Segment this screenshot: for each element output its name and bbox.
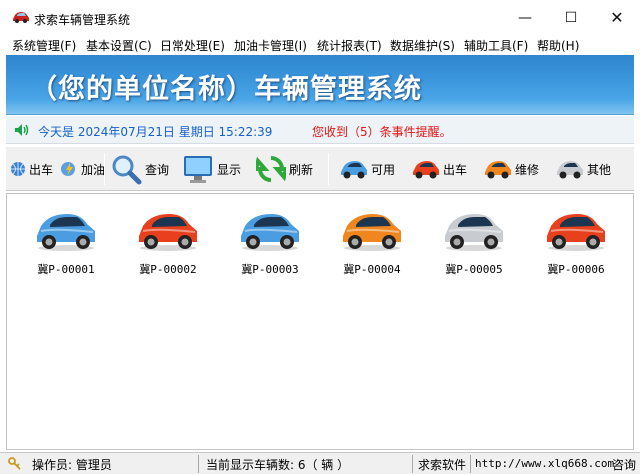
magnifier-icon	[112, 155, 142, 185]
car-icon	[139, 214, 197, 251]
car-icon	[241, 214, 299, 251]
toolbar-label: 出车	[443, 162, 468, 177]
globe-car-icon	[11, 162, 25, 176]
toolbar: 出车 加油 查询 显示 刷新 可用 出车 维修 其他	[6, 147, 634, 191]
vehicle-plate: 冀P-00001	[37, 263, 95, 276]
toolbar-label: 显示	[217, 162, 242, 177]
operator-label: 操作员: 管理员	[32, 458, 112, 472]
banner-title: （您的单位名称）车辆管理系统	[30, 74, 422, 105]
menu-help[interactable]: 帮助(H)	[537, 37, 579, 54]
status-divider	[412, 455, 413, 473]
car-red-icon	[413, 161, 439, 179]
car-icon	[37, 214, 95, 251]
close-button[interactable]: ✕	[594, 0, 640, 36]
company-label: 求索软件	[418, 458, 467, 472]
status-bar: 操作员: 管理员 当前显示车辆数: 6（ 辆 ） 求索软件 http://www…	[0, 452, 640, 474]
menu-data-maintenance[interactable]: 数据维护(S)	[390, 37, 455, 54]
minimize-button[interactable]: —	[502, 0, 548, 36]
key-icon	[8, 457, 21, 470]
car-blue-icon	[341, 161, 367, 179]
car-orange-icon	[485, 161, 511, 179]
toolbar-fuel-button[interactable]: 加油	[60, 147, 105, 191]
title-bar: 求索车辆管理系统 — ☐ ✕	[0, 0, 640, 36]
toolbar-separator	[328, 153, 329, 185]
toolbar-refresh-button[interactable]: 刷新	[256, 147, 313, 191]
vehicle-tile[interactable]: 冀P-00004	[333, 204, 411, 276]
menu-tools[interactable]: 辅助工具(F)	[464, 37, 528, 54]
toolbar-out-filter[interactable]: 出车	[412, 147, 467, 191]
vehicle-plate: 冀P-00006	[547, 263, 605, 276]
vehicle-panel: 冀P-00001 冀P-00002 冀P-00003 冀P-00004 冀P-00005…	[6, 193, 634, 450]
vehicle-plate: 冀P-00002	[139, 263, 197, 276]
window-title: 求索车辆管理系统	[34, 13, 131, 27]
vehicle-count-label: 当前显示车辆数: 6（ 辆 ）	[206, 458, 350, 472]
info-row: 今天是 2024年07月21日 星期日 15:22:39 您收到（5）条事件提醒…	[6, 116, 634, 144]
car-icon	[343, 214, 401, 251]
vehicle-plate: 冀P-00004	[343, 263, 401, 276]
toolbar-label: 查询	[145, 162, 170, 177]
menu-system[interactable]: 系统管理(F)	[12, 37, 76, 54]
toolbar-label: 刷新	[289, 162, 314, 177]
status-divider	[470, 455, 471, 473]
consult-link[interactable]: 咨询	[612, 456, 636, 473]
car-icon	[445, 214, 503, 251]
toolbar-label: 可用	[371, 162, 396, 177]
menu-bar: 系统管理(F) 基本设置(C) 日常处理(E) 加油卡管理(I) 统计报表(T)…	[0, 36, 640, 54]
menu-basic-settings[interactable]: 基本设置(C)	[86, 37, 152, 54]
website-link[interactable]: http://www.xlq668.com	[475, 457, 614, 470]
vehicle-tile[interactable]: 冀P-00001	[27, 204, 105, 276]
car-icon	[547, 214, 605, 251]
status-divider	[198, 455, 199, 473]
toolbar-label: 出车	[29, 162, 54, 177]
vehicle-plate: 冀P-00005	[445, 263, 503, 276]
toolbar-other-filter[interactable]: 其他	[556, 147, 611, 191]
app-car-icon	[13, 12, 29, 23]
toolbar-available-filter[interactable]: 可用	[340, 147, 395, 191]
toolbar-checkout-button[interactable]: 出车	[10, 147, 53, 191]
toolbar-query-button[interactable]: 查询	[110, 147, 169, 191]
toolbar-separator	[104, 153, 105, 185]
vehicle-plate: 冀P-00003	[241, 263, 299, 276]
header-banner: （您的单位名称）车辆管理系统	[6, 55, 634, 115]
maximize-button[interactable]: ☐	[548, 0, 594, 36]
toolbar-display-button[interactable]: 显示	[182, 147, 241, 191]
refresh-icon	[256, 156, 286, 182]
toolbar-label: 其他	[587, 162, 612, 177]
toolbar-label: 加油	[81, 162, 106, 177]
current-datetime: 今天是 2024年07月21日 星期日 15:22:39	[38, 125, 273, 139]
vehicle-tile[interactable]: 冀P-00002	[129, 204, 207, 276]
fuel-icon	[61, 162, 75, 176]
menu-reports[interactable]: 统计报表(T)	[317, 37, 382, 54]
car-silver-icon	[557, 161, 583, 179]
menu-fuel-card[interactable]: 加油卡管理(I)	[234, 37, 307, 54]
toolbar-repair-filter[interactable]: 维修	[484, 147, 539, 191]
toolbar-label: 维修	[515, 162, 540, 177]
vehicle-tile[interactable]: 冀P-00005	[435, 204, 513, 276]
monitor-icon	[184, 156, 212, 183]
speaker-icon	[15, 124, 29, 136]
vehicle-tile[interactable]: 冀P-00003	[231, 204, 309, 276]
event-alert-link[interactable]: 您收到（5）条事件提醒。	[312, 123, 452, 140]
menu-daily[interactable]: 日常处理(E)	[160, 37, 225, 54]
vehicle-tile[interactable]: 冀P-00006	[537, 204, 615, 276]
